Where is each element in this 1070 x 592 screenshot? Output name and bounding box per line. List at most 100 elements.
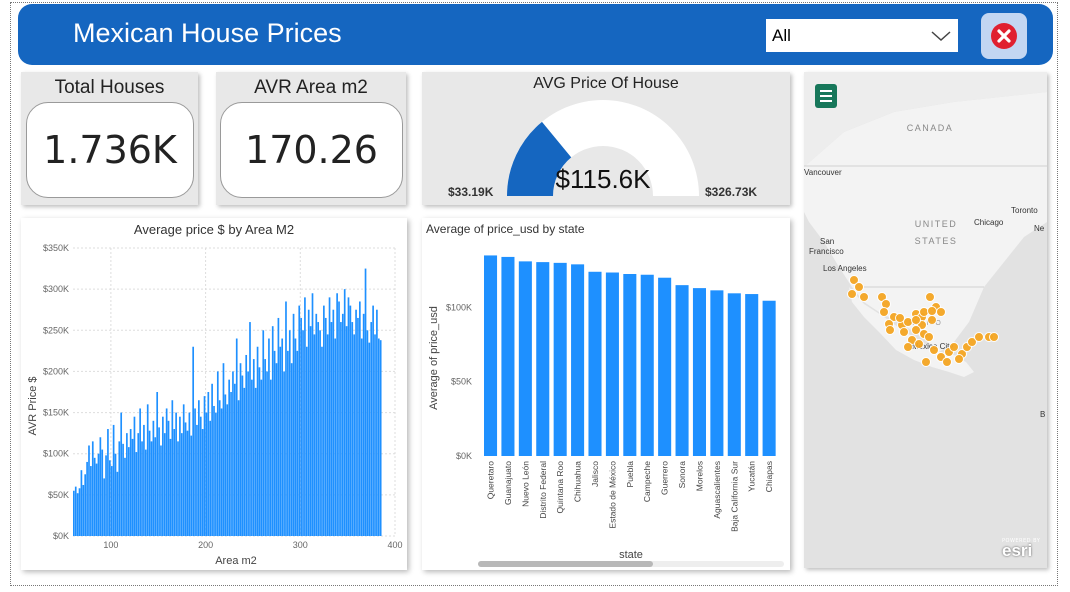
chart1-bar [287, 350, 289, 536]
map-place-label: Chicago [974, 218, 1004, 227]
map-house-marker [936, 307, 946, 317]
chart2-xtick-label: Jalisco [590, 461, 600, 487]
chart1-bar [362, 313, 365, 536]
chart2-bar [745, 294, 759, 456]
chart1-bar [324, 317, 327, 536]
chart1-bar [235, 338, 238, 536]
chart1-bar [288, 330, 291, 536]
chart1-bar [110, 466, 113, 536]
chart2-xtick-label: Quintana Roo [555, 461, 565, 514]
chart1-bar [376, 309, 378, 536]
chart1-bar [336, 293, 338, 536]
chart2-bar [553, 262, 567, 456]
chart1-bar [186, 430, 189, 536]
chart1-bar [343, 289, 346, 536]
header-bar: Mexican House Prices All [18, 4, 1053, 65]
gauge-value-label: $115.6K [556, 164, 652, 194]
chart1-bar [169, 438, 172, 536]
chart2-bar [536, 262, 550, 456]
map-house-marker [879, 307, 889, 317]
chart1-bar [154, 437, 157, 536]
chart1-bar [91, 441, 94, 536]
chart2-xtick-label: Distrito Federal [538, 461, 548, 519]
chart1-bar [370, 322, 373, 536]
chart1-bar [360, 338, 363, 536]
chart2-bar [675, 285, 689, 456]
chart1-bar [116, 471, 119, 536]
chart1-bar [93, 457, 96, 536]
kpi-value-avr-area: 170.26 [220, 102, 403, 198]
chart2-xtick-label: Baja California Sur [729, 461, 739, 532]
chart1-bar [162, 416, 164, 536]
chart1-bar [245, 354, 248, 536]
chart1-bar [80, 470, 83, 536]
chart1-bar [213, 405, 215, 536]
map-house-marker [921, 357, 931, 367]
chart1-bar [256, 346, 259, 536]
chart1-xtick-label: 300 [293, 540, 308, 550]
chart1-bar [175, 412, 177, 536]
map-canvas[interactable]: CANADA Vancouver Toronto Chicago UNITED STATE… [804, 72, 1047, 568]
chart1-bar [302, 330, 304, 536]
chart1-bar [266, 371, 268, 536]
chart1-bar [76, 493, 79, 536]
chart1-bar [252, 359, 255, 536]
chart1-bar [188, 412, 191, 536]
map-panel[interactable]: CANADA Vancouver Toronto Chicago UNITED STATE… [804, 72, 1047, 568]
chart1-bar [103, 478, 105, 536]
chart1-bar [290, 363, 293, 536]
chart-price-by-area: Average price $ by Area M2 Area m2 AVR P… [27, 222, 403, 567]
map-house-marker [974, 332, 984, 342]
chart1-bar [215, 412, 217, 536]
map-place-label: Los Angeles [823, 264, 867, 273]
gauge-chart: $115.6K $33.19K $326.73K [448, 100, 757, 199]
chart1-bar [224, 394, 227, 536]
chart1-bar [319, 330, 321, 536]
chart1-bar [237, 400, 240, 536]
map-house-marker [989, 332, 999, 342]
map-place-label: UNITED [915, 219, 958, 229]
chart1-bar [351, 322, 354, 536]
chart1-bar [160, 445, 162, 536]
chart1-bar [167, 420, 170, 536]
map-house-marker [859, 292, 869, 302]
chart1-bar [86, 461, 88, 536]
chart1-bar [196, 424, 198, 536]
chart1-bar [340, 322, 342, 536]
chart1-bar [368, 342, 371, 536]
chart-price-by-state: Average of price_usd by state state Aver… [426, 222, 776, 561]
kpi-label-avr-area: AVR Area m2 [254, 77, 368, 98]
chart1-bar [122, 443, 124, 536]
chart1-bar [264, 359, 266, 536]
chart2-xtick-label: Chihuahua [573, 461, 583, 502]
chart1-bar [338, 301, 340, 536]
map-place-label: Francisco [809, 247, 844, 256]
map-house-marker [854, 282, 864, 292]
hamburger-menu-icon[interactable] [815, 84, 837, 108]
map-house-marker [929, 345, 939, 355]
chart1-bar [239, 363, 242, 536]
chart1-bar [158, 427, 160, 536]
chart1-bar [292, 313, 295, 536]
map-house-marker [903, 342, 913, 352]
chart2-bar [605, 272, 619, 456]
chart1-ytick-label: $300K [43, 284, 69, 294]
chart1-bar [305, 346, 308, 536]
chart1-bar [135, 452, 138, 536]
chart1-bar [366, 330, 369, 536]
chart-price-by-area-panel: Average price $ by Area M2 Area m2 AVR P… [21, 218, 407, 570]
close-button[interactable] [981, 13, 1027, 59]
chart1-bar [199, 416, 202, 536]
chart1-bar [101, 449, 104, 536]
chart1-bar [243, 387, 246, 536]
chart1-bar [143, 424, 145, 536]
chart2-ytick-label: $0K [456, 451, 472, 461]
chart1-bar [107, 429, 109, 536]
chart1-bar [258, 367, 261, 536]
chart1-ytick-label: $250K [43, 325, 69, 335]
chart1-bar [326, 334, 329, 536]
chart1-bar [345, 326, 348, 536]
state-filter-dropdown[interactable]: All [766, 19, 958, 52]
chart2-scrollbar-thumb[interactable] [478, 561, 653, 567]
chart2-bar [640, 274, 654, 456]
